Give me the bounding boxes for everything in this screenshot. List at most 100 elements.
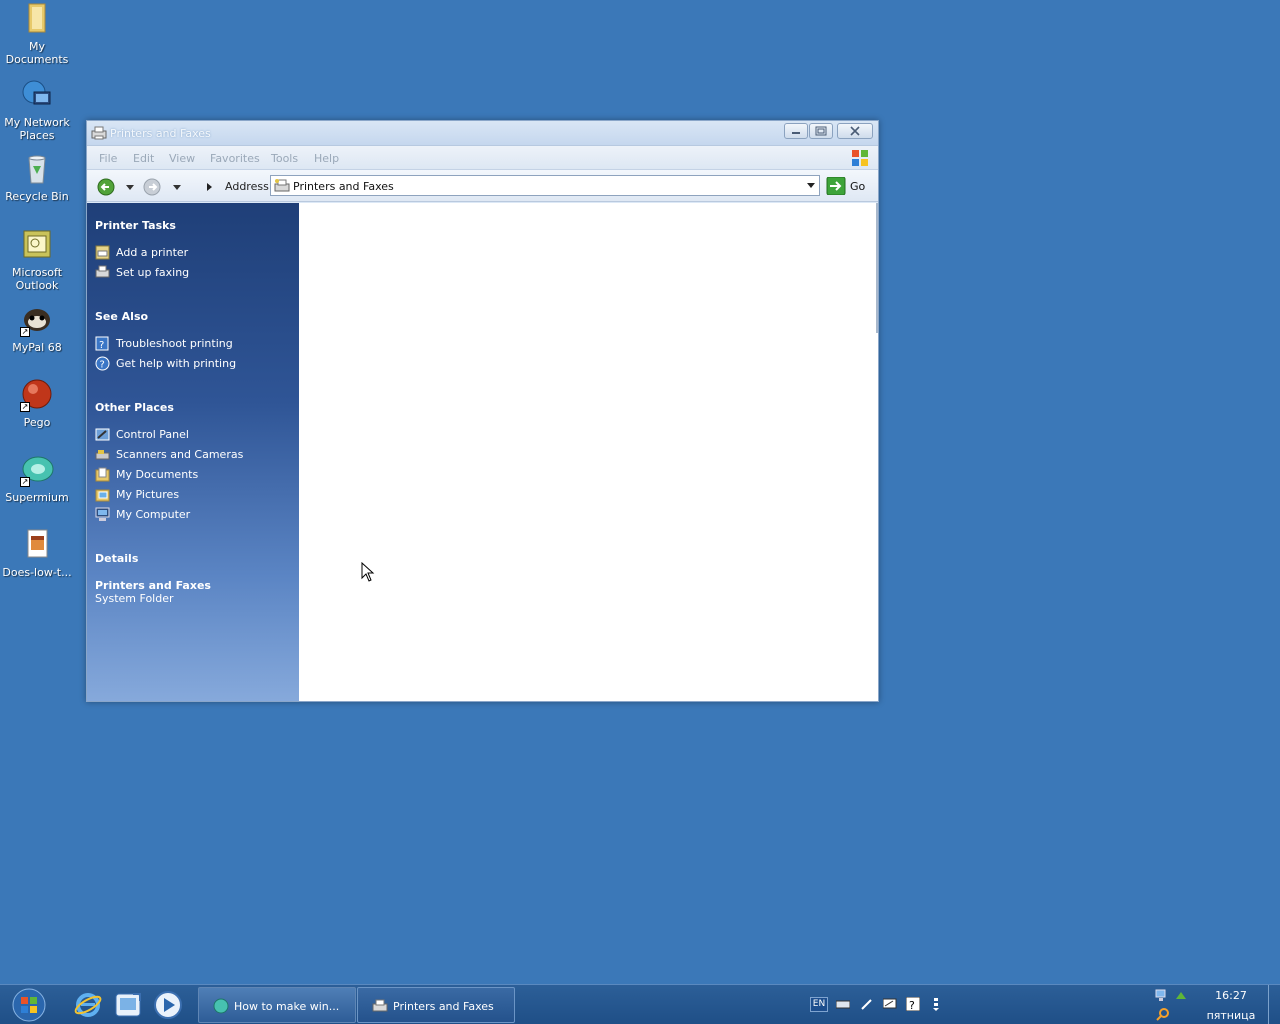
close-icon: [850, 126, 860, 136]
desktop-icon-label: My Network Places: [4, 116, 70, 142]
forward-arrow-icon: [143, 178, 161, 196]
menu-tools[interactable]: Tools: [271, 152, 298, 165]
scanners-cameras-label: Scanners and Cameras: [116, 448, 244, 461]
details-type: System Folder: [95, 592, 174, 605]
clock-day[interactable]: пятница: [1200, 1009, 1262, 1022]
desktop-icon-supermium[interactable]: ↗ Supermium: [0, 453, 74, 504]
section-other-places-title: Other Places: [95, 401, 174, 414]
show-desktop-button[interactable]: [1268, 985, 1280, 1024]
my-pictures-label: My Pictures: [116, 488, 180, 501]
add-printer-icon: [95, 245, 110, 260]
go-button[interactable]: Go: [826, 177, 868, 195]
forward-button[interactable]: [143, 178, 161, 196]
network-tray-icon[interactable]: [1155, 989, 1169, 1003]
set-up-faxing-label: Set up faxing: [116, 266, 190, 279]
desktop-icon-pego[interactable]: ↗ Pego: [0, 378, 74, 429]
menu-favorites[interactable]: Favorites: [210, 152, 260, 165]
pictures-folder-icon: [95, 487, 110, 502]
go-arrow-icon: [826, 177, 846, 195]
back-arrow-icon: [97, 178, 115, 196]
keyboard-icon[interactable]: [835, 997, 851, 1011]
language-bar-icon[interactable]: [882, 997, 897, 1011]
documents-folder-icon: [95, 467, 110, 482]
quicklaunch-media-player[interactable]: [153, 990, 183, 1020]
svg-text:?: ?: [909, 999, 915, 1011]
minimize-icon: [792, 132, 800, 134]
fax-icon: [95, 265, 110, 280]
chevron-down-icon: [173, 185, 181, 190]
back-dropdown-button[interactable]: [125, 178, 135, 196]
internet-explorer-icon: [74, 993, 102, 1017]
search-tray-icon[interactable]: [1156, 1007, 1170, 1021]
desktop-icon-my-documents[interactable]: My Documents: [0, 2, 74, 66]
shortcut-arrow-icon: ↗: [20, 402, 30, 412]
printer-icon: [372, 998, 388, 1014]
desktop-icon-label: Microsoft Outlook: [11, 266, 63, 292]
control-panel-icon: [95, 427, 110, 442]
desktop-icon-label: Does-low-t...: [2, 566, 72, 579]
media-player-icon: [154, 991, 182, 1019]
title-bar[interactable]: Printers and Faxes: [87, 121, 878, 146]
desktop-icon-mypal[interactable]: ↗ MyPal 68: [0, 303, 74, 354]
control-panel-label: Control Panel: [116, 428, 189, 441]
desktop-icon-label: Pego: [23, 416, 51, 429]
language-indicator[interactable]: EN: [810, 997, 828, 1012]
chevron-down-icon[interactable]: [806, 180, 816, 190]
safely-remove-icon[interactable]: [1174, 989, 1188, 1003]
taskbar: How to make win... Printers and Faxes EN…: [0, 984, 1280, 1024]
quicklaunch-show-desktop[interactable]: [113, 990, 143, 1020]
desktop-icon-label: Recycle Bin: [5, 190, 69, 203]
printer-icon: [91, 126, 107, 140]
quicklaunch-internet-explorer[interactable]: [73, 990, 103, 1020]
desktop-icon-label: Supermium: [5, 491, 69, 504]
get-help-printing-label: Get help with printing: [116, 357, 237, 370]
desktop-icon-recycle-bin[interactable]: Recycle Bin: [0, 152, 74, 203]
menu-help[interactable]: Help: [314, 152, 339, 165]
my-computer-label: My Computer: [116, 508, 191, 521]
pen-icon[interactable]: [860, 997, 874, 1011]
document-file-icon: [20, 528, 54, 562]
menu-file[interactable]: File: [99, 152, 117, 165]
toolbar-overflow-button[interactable]: [204, 178, 214, 196]
section-see-also-title: See Also: [95, 310, 149, 323]
window-title: Printers and Faxes: [110, 127, 211, 140]
close-button[interactable]: [837, 123, 873, 139]
desktop-icon-microsoft-outlook[interactable]: Microsoft Outlook: [0, 228, 74, 292]
explorer-window: Printers and Faxes File Edit View Favori…: [86, 120, 879, 702]
desktop-icon-does-low[interactable]: Does-low-t...: [0, 528, 74, 579]
address-label: Address: [225, 180, 269, 193]
menu-view[interactable]: View: [169, 152, 195, 165]
restore-icon: [815, 126, 827, 136]
start-button[interactable]: [12, 988, 46, 1022]
menu-edit[interactable]: Edit: [133, 152, 154, 165]
my-documents-label: My Documents: [116, 468, 199, 481]
back-button[interactable]: [97, 178, 115, 196]
windows-logo-icon: [850, 148, 870, 168]
forward-dropdown-button[interactable]: [172, 178, 182, 196]
go-label: Go: [850, 180, 866, 193]
maximize-button[interactable]: [809, 123, 833, 139]
taskbar-button-printers-faxes[interactable]: Printers and Faxes: [357, 987, 515, 1023]
file-list-view[interactable]: [299, 203, 878, 701]
shortcut-arrow-icon: ↗: [20, 477, 30, 487]
desktop-icon-my-network-places[interactable]: My Network Places: [0, 78, 74, 142]
scroll-edge: [876, 203, 878, 333]
computer-icon: [95, 507, 110, 522]
desktop-icon-label: MyPal 68: [12, 341, 62, 354]
outlook-icon: [20, 228, 54, 262]
help-circle-icon: ?: [95, 356, 110, 371]
address-value: Printers and Faxes: [293, 180, 394, 193]
menu-bar: File Edit View Favorites Tools Help: [87, 146, 878, 170]
help-icon[interactable]: ?: [905, 996, 921, 1012]
clock-time[interactable]: 16:27: [1204, 989, 1258, 1002]
mypal-icon: ↗: [20, 303, 54, 337]
svg-text:?: ?: [100, 360, 105, 371]
taskbar-button-browser[interactable]: How to make win...: [198, 987, 356, 1023]
details-name: Printers and Faxes: [95, 579, 211, 592]
supermium-icon: ↗: [20, 453, 54, 487]
options-icon[interactable]: [931, 997, 941, 1011]
address-field[interactable]: Printers and Faxes: [270, 175, 820, 196]
mouse-cursor-icon: [361, 561, 375, 582]
minimize-button[interactable]: [784, 123, 808, 139]
network-places-icon: [20, 78, 54, 112]
